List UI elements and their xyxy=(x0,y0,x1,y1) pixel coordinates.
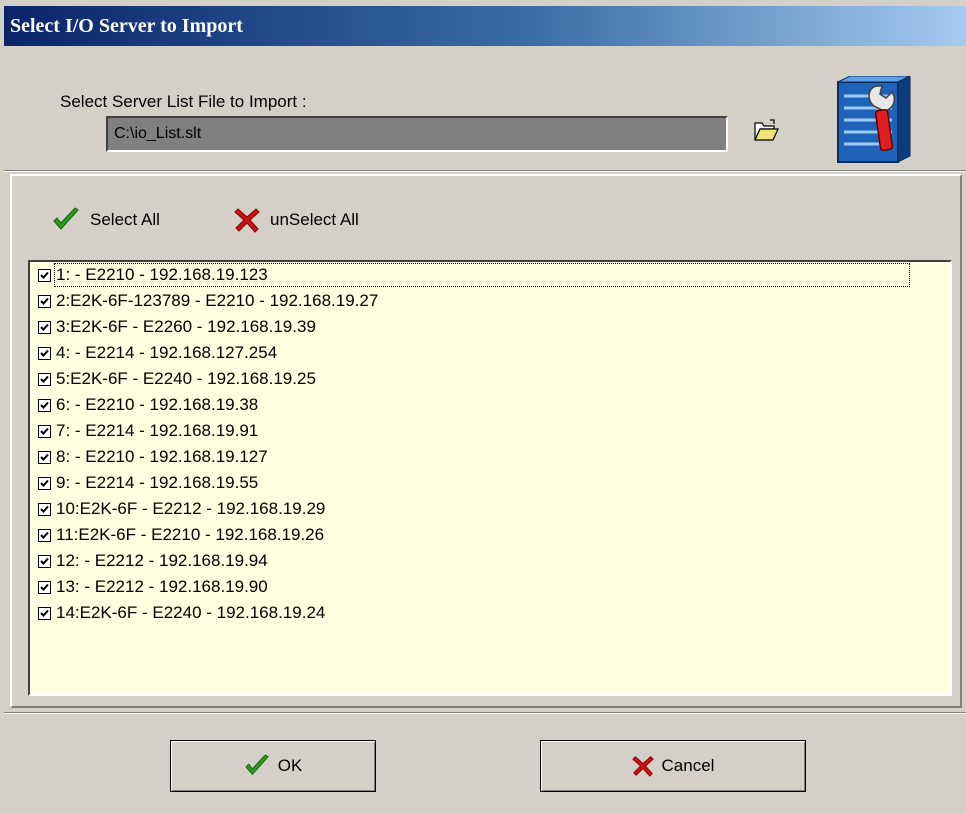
checkmark-icon xyxy=(53,207,79,230)
checkbox[interactable] xyxy=(38,528,51,542)
list-item-label: 4: - E2214 - 192.168.127.254 xyxy=(56,343,278,362)
list-item[interactable]: 11:E2K-6F - E2210 - 192.168.19.26 xyxy=(30,522,950,548)
list-item-label: 12: - E2212 - 192.168.19.94 xyxy=(56,551,268,570)
checkbox[interactable] xyxy=(38,554,51,568)
list-item[interactable]: 9: - E2214 - 192.168.19.55 xyxy=(30,470,950,496)
list-item[interactable]: 2:E2K-6F-123789 - E2210 - 192.168.19.27 xyxy=(30,288,950,314)
divider xyxy=(4,712,966,714)
checkbox[interactable] xyxy=(38,268,51,282)
checkbox[interactable] xyxy=(38,476,51,490)
checkbox[interactable] xyxy=(38,424,51,438)
list-item-label: 14:E2K-6F - E2240 - 192.168.19.24 xyxy=(56,603,326,622)
ok-label: OK xyxy=(277,756,303,775)
list-item[interactable]: 12: - E2212 - 192.168.19.94 xyxy=(30,548,950,574)
list-item-label: 1: - E2210 - 192.168.19.123 xyxy=(54,263,910,287)
red-x-icon xyxy=(234,208,260,233)
title-bar[interactable]: Select I/O Server to Import xyxy=(4,6,966,46)
checkbox[interactable] xyxy=(38,502,51,516)
import-dialog: Select I/O Server to Import Select Serve… xyxy=(0,0,966,814)
checkbox[interactable] xyxy=(38,450,51,464)
ok-button[interactable]: OK xyxy=(170,740,376,792)
list-item[interactable]: 14:E2K-6F - E2240 - 192.168.19.24 xyxy=(30,600,950,626)
list-item[interactable]: 13: - E2212 - 192.168.19.90 xyxy=(30,574,950,600)
cancel-button[interactable]: Cancel xyxy=(540,740,806,792)
cancel-label: Cancel xyxy=(661,756,715,775)
checkbox[interactable] xyxy=(38,372,51,386)
list-item[interactable]: 3:E2K-6F - E2260 - 192.168.19.39 xyxy=(30,314,950,340)
file-path-field[interactable]: C:\io_List.slt xyxy=(106,116,728,152)
list-item[interactable]: 4: - E2214 - 192.168.127.254 xyxy=(30,340,950,366)
file-field-label: Select Server List File to Import : xyxy=(60,92,307,111)
checkmark-icon xyxy=(245,754,269,776)
list-item-label: 6: - E2210 - 192.168.19.38 xyxy=(56,395,259,414)
checkbox[interactable] xyxy=(38,320,51,334)
list-item-label: 13: - E2212 - 192.168.19.90 xyxy=(56,577,268,596)
list-item-label: 8: - E2210 - 192.168.19.127 xyxy=(56,447,268,466)
file-path-value: C:\io_List.slt xyxy=(114,125,202,142)
list-item[interactable]: 8: - E2210 - 192.168.19.127 xyxy=(30,444,950,470)
unselect-all-button[interactable]: unSelect All xyxy=(234,202,359,238)
divider xyxy=(4,170,966,172)
folder-open-icon[interactable] xyxy=(752,118,780,144)
list-item-label: 9: - E2214 - 192.168.19.55 xyxy=(56,473,259,492)
list-item-label: 10:E2K-6F - E2212 - 192.168.19.29 xyxy=(56,499,326,518)
checkbox[interactable] xyxy=(38,398,51,412)
list-item[interactable]: 1: - E2210 - 192.168.19.123 xyxy=(30,262,950,288)
list-item-label: 11:E2K-6F - E2210 - 192.168.19.26 xyxy=(56,525,325,544)
list-item[interactable]: 5:E2K-6F - E2240 - 192.168.19.25 xyxy=(30,366,950,392)
window-title: Select I/O Server to Import xyxy=(10,15,243,37)
checkbox[interactable] xyxy=(38,580,51,594)
checkbox[interactable] xyxy=(38,606,51,620)
list-item-label: 7: - E2214 - 192.168.19.91 xyxy=(56,421,259,440)
server-list-panel: Select All unSelect All 1: - E2210 - 192… xyxy=(10,174,962,708)
select-all-label: Select All xyxy=(90,210,160,229)
list-item[interactable]: 6: - E2210 - 192.168.19.38 xyxy=(30,392,950,418)
list-item[interactable]: 7: - E2214 - 192.168.19.91 xyxy=(30,418,950,444)
checkbox[interactable] xyxy=(38,346,51,360)
list-item[interactable]: 10:E2K-6F - E2212 - 192.168.19.29 xyxy=(30,496,950,522)
checkbox[interactable] xyxy=(38,294,51,308)
red-x-icon xyxy=(631,756,654,777)
select-all-button[interactable]: Select All xyxy=(52,202,160,238)
list-item-label: 5:E2K-6F - E2240 - 192.168.19.25 xyxy=(56,369,316,388)
server-checklist[interactable]: 1: - E2210 - 192.168.19.123 2:E2K-6F-1237… xyxy=(28,260,952,696)
list-item-label: 3:E2K-6F - E2260 - 192.168.19.39 xyxy=(56,317,316,336)
unselect-all-label: unSelect All xyxy=(270,210,359,229)
list-item-label: 2:E2K-6F-123789 - E2210 - 192.168.19.27 xyxy=(56,291,379,310)
io-server-tools-icon xyxy=(830,75,928,166)
